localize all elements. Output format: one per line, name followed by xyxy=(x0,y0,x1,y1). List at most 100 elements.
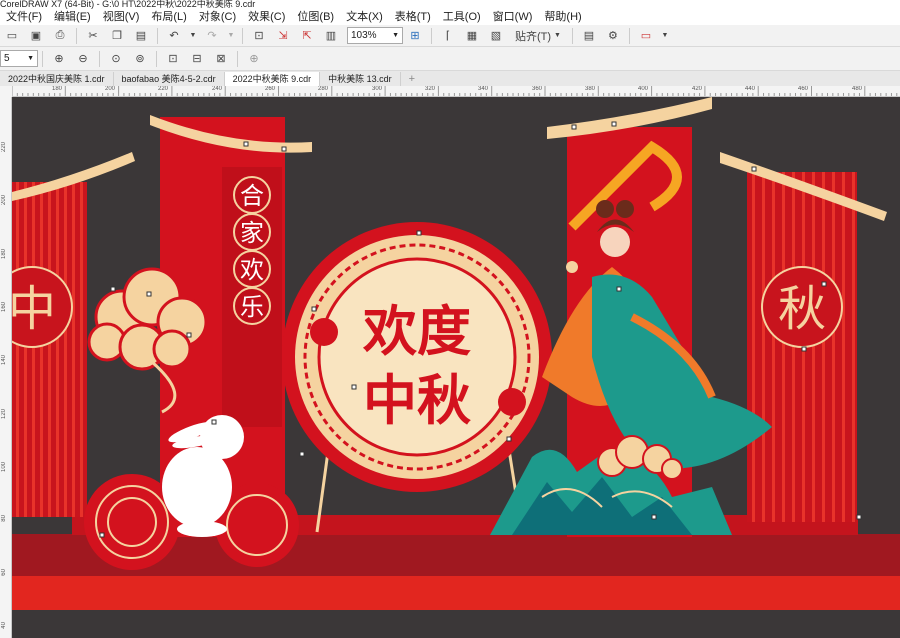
ruler-tick: 80 xyxy=(1,515,7,522)
open-icon[interactable]: ▭ xyxy=(3,27,21,45)
right-char: 秋 xyxy=(778,281,826,337)
chevron-down-icon: ▼ xyxy=(27,55,34,62)
separator xyxy=(237,50,238,67)
zoom-all-icon[interactable]: ⊚ xyxy=(131,50,149,68)
menu-bitmaps[interactable]: 位图(B) xyxy=(291,9,340,25)
search-content-icon[interactable]: ⊡ xyxy=(250,27,268,45)
menu-text[interactable]: 文本(X) xyxy=(340,9,389,25)
menu-effects[interactable]: 效果(C) xyxy=(242,9,291,25)
ruler-tick: 340 xyxy=(478,86,489,92)
undo-icon[interactable]: ↶ xyxy=(165,27,183,45)
tab-document-3[interactable]: 2022中秋美陈 9.cdr xyxy=(224,72,321,86)
separator xyxy=(628,27,630,44)
menu-layout[interactable]: 布局(L) xyxy=(145,9,192,25)
cut-icon[interactable]: ✂ xyxy=(84,27,102,45)
separator xyxy=(431,27,432,44)
menu-edit[interactable]: 编辑(E) xyxy=(48,9,97,25)
ruler-corner[interactable] xyxy=(0,86,12,97)
ruler-tick: 420 xyxy=(692,86,703,92)
chevron-down-icon[interactable]: ▼ xyxy=(661,27,669,45)
print-icon[interactable]: ⎙ xyxy=(51,27,69,45)
ruler-tick: 160 xyxy=(1,302,7,313)
zoom-in-icon[interactable]: ⊕ xyxy=(50,50,68,68)
show-rulers-icon[interactable]: ⌈ xyxy=(439,27,457,45)
right-striped-column: 秋 xyxy=(720,152,887,522)
chevron-down-icon: ▼ xyxy=(554,32,561,39)
show-grid-icon[interactable]: ▦ xyxy=(463,27,481,45)
zoom-toolbar: 5 ▼ ⊕ ⊖ ⊙ ⊚ ⊡ ⊟ ⊠ ⊕ xyxy=(0,47,900,71)
ruler-tick: 140 xyxy=(1,355,7,366)
redo-icon[interactable]: ↷ xyxy=(203,27,221,45)
separator xyxy=(242,27,243,44)
tab-document-4[interactable]: 中秋美陈 13.cdr xyxy=(320,72,401,86)
central-disc: 欢度 中秋 xyxy=(282,222,552,533)
size-select[interactable]: 5 ▼ xyxy=(0,50,38,67)
zoom-page-icon[interactable]: ⊡ xyxy=(164,50,182,68)
floor-shadow xyxy=(12,610,900,638)
save-icon[interactable]: ▣ xyxy=(27,27,45,45)
separator xyxy=(99,50,100,67)
banner-char-3: 欢 xyxy=(240,256,264,284)
ruler-tick: 220 xyxy=(1,142,7,153)
menu-tools[interactable]: 工具(O) xyxy=(437,9,487,25)
separator xyxy=(156,50,157,67)
zoom-out-icon[interactable]: ⊖ xyxy=(74,50,92,68)
import-icon[interactable]: ⇲ xyxy=(274,27,292,45)
main-title-line-1: 欢度 xyxy=(362,300,471,363)
menu-view[interactable]: 视图(V) xyxy=(97,9,146,25)
ruler-tick: 180 xyxy=(52,86,63,92)
window-title: CorelDRAW X7 (64-Bit) - G:\0 HT\2022中秋\2… xyxy=(0,0,900,9)
horizontal-ruler[interactable]: 180 200 220 240 260 280 300 320 340 360 … xyxy=(12,86,900,97)
main-title-line-2: 中秋 xyxy=(363,369,471,432)
app-launcher-icon[interactable]: ⚙ xyxy=(604,27,622,45)
ruler-tick: 320 xyxy=(425,86,436,92)
ruler-tick: 280 xyxy=(318,86,329,92)
drawing-canvas[interactable]: 中 合 家 欢 乐 秋 欢度 中秋 xyxy=(12,97,900,638)
ruler-tick: 260 xyxy=(265,86,276,92)
menu-object[interactable]: 对象(C) xyxy=(193,9,242,25)
ruler-tick: 440 xyxy=(745,86,756,92)
artwork: 中 合 家 欢 乐 秋 欢度 中秋 xyxy=(12,97,900,638)
paste-icon[interactable]: ▤ xyxy=(132,27,150,45)
menu-table[interactable]: 表格(T) xyxy=(389,9,437,25)
snap-label: 贴齐(T) xyxy=(515,30,552,43)
ruler-tick: 200 xyxy=(105,86,116,92)
menu-help[interactable]: 帮助(H) xyxy=(538,9,587,25)
snap-dropdown[interactable]: 贴齐(T) ▼ xyxy=(511,27,565,45)
ruler-tick: 120 xyxy=(1,409,7,420)
vertical-ruler[interactable]: 220 200 180 160 140 120 100 80 60 40 xyxy=(0,97,12,638)
ruler-tick: 100 xyxy=(1,462,7,473)
zoom-width-icon[interactable]: ⊟ xyxy=(188,50,206,68)
ruler-tick: 460 xyxy=(798,86,809,92)
ruler-tick: 360 xyxy=(532,86,543,92)
tab-document-2[interactable]: baofabao 美陈4-5-2.cdr xyxy=(114,72,225,86)
banner-char-2: 家 xyxy=(240,219,264,247)
options-icon[interactable]: ▤ xyxy=(580,27,598,45)
copy-icon[interactable]: ❐ xyxy=(108,27,126,45)
new-tab-icon[interactable]: + xyxy=(401,72,423,86)
menu-window[interactable]: 窗口(W) xyxy=(487,9,539,25)
banner-char-1: 合 xyxy=(240,182,264,210)
separator xyxy=(76,27,77,44)
size-value: 5 xyxy=(4,53,10,64)
redo-dropdown-icon[interactable]: ▼ xyxy=(227,27,235,45)
standard-toolbar: ▭ ▣ ⎙ ✂ ❐ ▤ ↶ ▼ ↷ ▼ ⊡ ⇲ ⇱ ▥ 103% ▼ ⊞ ⌈ ▦… xyxy=(0,25,900,47)
banner-char-4: 乐 xyxy=(240,293,264,321)
zoom-height-icon[interactable]: ⊠ xyxy=(212,50,230,68)
document-tabs: 2022中秋国庆美陈 1.cdr baofabao 美陈4-5-2.cdr 20… xyxy=(0,71,900,86)
ruler-tick: 380 xyxy=(585,86,596,92)
menu-file[interactable]: 文件(F) xyxy=(0,9,48,25)
show-guidelines-icon[interactable]: ▧ xyxy=(487,27,505,45)
publish-pdf-icon[interactable]: ▥ xyxy=(322,27,340,45)
export-icon[interactable]: ⇱ xyxy=(298,27,316,45)
separator xyxy=(157,27,158,44)
tab-document-1[interactable]: 2022中秋国庆美陈 1.cdr xyxy=(0,72,114,86)
add-icon[interactable]: ⊕ xyxy=(245,50,263,68)
zoom-selected-icon[interactable]: ⊙ xyxy=(107,50,125,68)
separator xyxy=(571,27,573,44)
full-screen-icon[interactable]: ⊞ xyxy=(406,27,424,45)
undo-dropdown-icon[interactable]: ▼ xyxy=(189,27,197,45)
menu-bar: 文件(F) 编辑(E) 视图(V) 布局(L) 对象(C) 效果(C) 位图(B… xyxy=(0,9,900,25)
zoom-level-select[interactable]: 103% ▼ xyxy=(347,27,403,44)
screen-icon[interactable]: ▭ xyxy=(637,27,655,45)
